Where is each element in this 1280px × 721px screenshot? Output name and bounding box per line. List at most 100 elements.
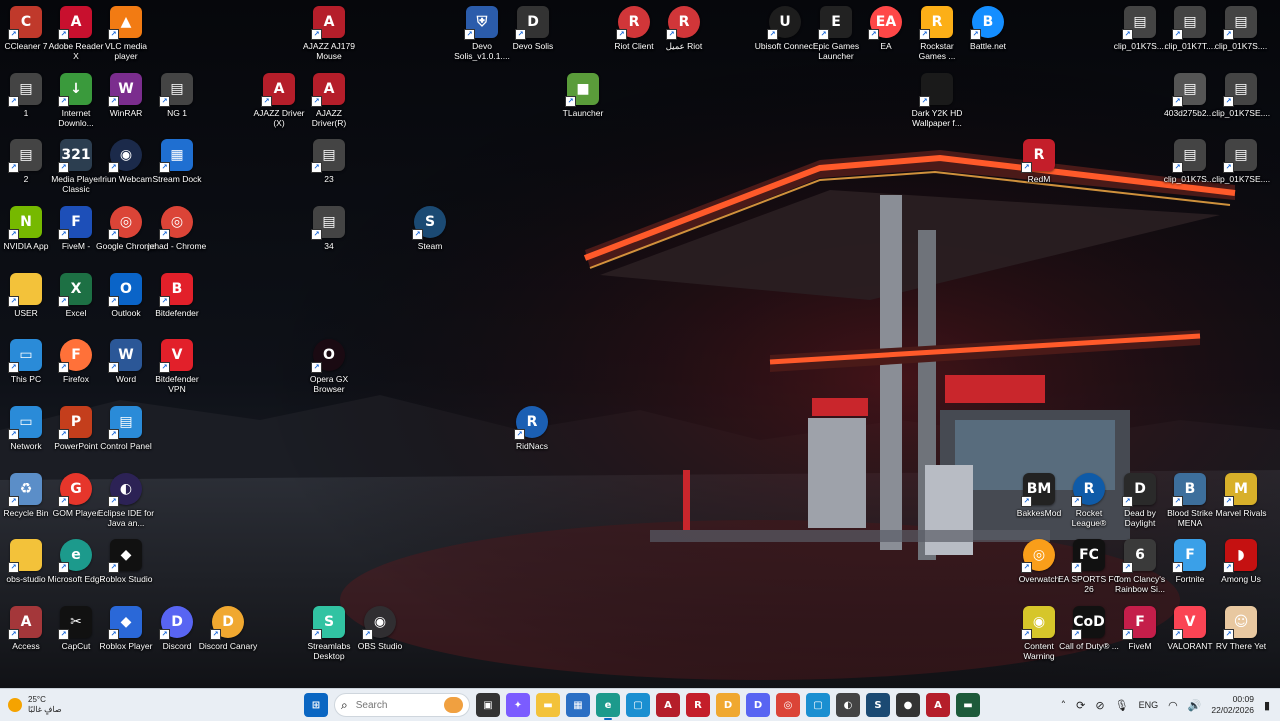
ajazz-icon[interactable]: A [926, 693, 950, 717]
powerpoint-icon: P ↗ [58, 406, 92, 440]
desktop-shortcut[interactable]: F ↗ Fortnite [1164, 539, 1216, 584]
desktop-shortcut[interactable]: A ↗ AJAZZ Driver(R) [303, 73, 355, 128]
desktop-shortcut[interactable]: ◉ ↗ Iriun Webcam [100, 139, 152, 184]
desktop-shortcut[interactable]: ◐ ↗ Eclipse IDE for Java an... [98, 473, 154, 528]
desktop-shortcut[interactable]: A ↗ AJAZZ AJ179 Mouse [303, 6, 355, 61]
word-icon: W ↗ [108, 339, 142, 373]
chevron-up-icon[interactable]: ˄ [1061, 699, 1067, 712]
ajazz-icon[interactable]: A [656, 693, 680, 717]
desktop-shortcut[interactable]: ▤ ↗ 403d275b2.... [1164, 73, 1216, 118]
desktop-shortcut[interactable]: B ↗ Blood Strike MENA [1164, 473, 1216, 528]
discord-canary-icon[interactable]: D [716, 693, 740, 717]
app-icon[interactable]: ▢ [806, 693, 830, 717]
terminal-icon[interactable]: ▬ [956, 693, 980, 717]
icon-glyph: ◎ [170, 214, 184, 230]
desktop-shortcut[interactable]: ▤ ↗ 23 [303, 139, 355, 184]
task-view-icon[interactable]: ▣ [476, 693, 500, 717]
desktop-shortcut[interactable]: ▤ ↗ clip_01K7S.... [1215, 6, 1267, 51]
desktop-shortcut[interactable]: V ↗ Bitdefender VPN [151, 339, 203, 394]
desktop-shortcut[interactable]: ◗ ↗ Among Us [1215, 539, 1267, 584]
desktop-shortcut[interactable]: ◆ ↗ Roblox Player [100, 606, 152, 651]
desktop-shortcut[interactable]: 6 ↗ Tom Clancy's Rainbow Si... [1114, 539, 1166, 594]
desktop-shortcut[interactable]: ◆ ↗ Roblox Studio [100, 539, 152, 584]
shortcut-arrow-icon: ↗ [868, 29, 879, 40]
desktop-shortcut[interactable]: R ↗ عميل Riot [658, 6, 710, 51]
icon-glyph: F [71, 347, 81, 363]
chrome-icon[interactable]: ◎ [776, 693, 800, 717]
desktop-shortcut[interactable]: ▤ ↗ NG 1 [151, 73, 203, 118]
desktop-shortcut[interactable]: B ↗ Battle.net [962, 6, 1014, 51]
desktop-shortcut[interactable]: ▤ ↗ clip_01K7S.... [1164, 139, 1216, 184]
desktop-shortcut[interactable]: ◉ ↗ OBS Studio [354, 606, 406, 651]
redm-icon[interactable]: R [686, 693, 710, 717]
desktop-shortcut[interactable]: M ↗ Marvel Rivals [1215, 473, 1267, 518]
clock-time: 00:09 [1232, 694, 1254, 704]
desktop-shortcut[interactable]: W ↗ Word [100, 339, 152, 384]
desktop-shortcut[interactable]: O ↗ Opera GX Browser [303, 339, 355, 394]
desktop-shortcut[interactable]: ↓ ↗ Internet Downlo... [50, 73, 102, 128]
desktop-shortcut[interactable]: FC ↗ EA SPORTS FC 26 [1058, 539, 1120, 594]
desktop-shortcut[interactable]: EA ↗ EA [860, 6, 912, 51]
desktop-shortcut[interactable]: U ↗ Ubisoft Connect [755, 6, 815, 51]
desktop-shortcut[interactable]: W ↗ WinRAR [100, 73, 152, 118]
desktop-shortcut[interactable]: D ↗ Discord Canary [199, 606, 257, 651]
vpn-icon[interactable]: ◐ [836, 693, 860, 717]
copilot-icon[interactable]: ✦ [506, 693, 530, 717]
icon-glyph: 6 [1135, 547, 1145, 563]
desktop-shortcut[interactable]: O ↗ Outlook [100, 273, 152, 318]
shortcut-label: Devo Solis [512, 41, 554, 51]
gom-player-icon: G ↗ [58, 473, 92, 507]
sync-icon[interactable]: ⟳ [1076, 699, 1085, 712]
shortcut-label: Bitdefender [155, 308, 199, 318]
desktop-shortcut[interactable]: D ↗ Devo Solis [507, 6, 559, 51]
notification-icon[interactable]: ▮ [1264, 699, 1270, 712]
wifi-icon[interactable]: ◠ [1168, 699, 1178, 712]
volume-icon[interactable]: 🔊 [1188, 699, 1202, 712]
desktop-shortcut[interactable]: R ↗ Rockstar Games ... [911, 6, 963, 61]
desktop-shortcut[interactable]: ■ ↗ TLauncher [557, 73, 609, 118]
desktop-shortcut[interactable]: ◎ ↗ Google Chrome [96, 206, 156, 251]
edge-icon[interactable]: e [596, 693, 620, 720]
desktop-shortcut[interactable]: CoD ↗ Call of Duty® ... [1059, 606, 1119, 651]
file-explorer-icon[interactable]: ▬ [536, 693, 560, 717]
desktop-shortcut[interactable]: ▤ ↗ Control Panel [100, 406, 152, 451]
desktop-shortcut[interactable]: 321 ↗ Media Player Classic [50, 139, 102, 194]
desktop-shortcut[interactable]: ▦ ↗ Stream Dock [151, 139, 203, 184]
start-icon[interactable]: ⊞ [304, 693, 328, 717]
wifi-off-icon[interactable]: ⊘ [1095, 699, 1104, 712]
epic-icon: E ↗ [818, 6, 852, 40]
desktop-shortcut[interactable]: V ↗ VALORANT [1164, 606, 1216, 651]
clock[interactable]: 00:09 22/02/2026 [1211, 694, 1254, 716]
desktop-shortcut[interactable]: S ↗ Steam [404, 206, 456, 251]
app-icon[interactable]: ▢ [626, 693, 650, 717]
desktop-shortcut[interactable]: B ↗ Bitdefender [151, 273, 203, 318]
desktop-shortcut[interactable]: ▤ ↗ 34 [303, 206, 355, 251]
desktop-shortcut[interactable]: S ↗ Streamlabs Desktop [303, 606, 355, 661]
weather-widget[interactable]: 25°C صافٍ غالبًا [8, 693, 62, 717]
riot-icon[interactable]: ● [896, 693, 920, 717]
desktop-shortcut[interactable]: ⛨ ↗ Devo Solis_v1.0.1.... [454, 6, 510, 61]
discord-icon[interactable]: D [746, 693, 770, 717]
desktop-shortcut[interactable]: ▤ ↗ clip_01K7SE.... [1212, 73, 1270, 118]
desktop-shortcut[interactable]: ◉ ↗ Content Warning [1013, 606, 1065, 661]
icon-glyph: O [323, 347, 335, 363]
desktop-shortcut[interactable]: D ↗ Discord [151, 606, 203, 651]
search-input[interactable] [353, 698, 438, 712]
desktop-shortcut[interactable]: ▤ ↗ clip_01K7T.... [1164, 6, 1216, 51]
steam-icon[interactable]: S [866, 693, 890, 717]
desktop-shortcut[interactable]: E ↗ Epic Games Launcher [810, 6, 862, 61]
desktop-shortcut[interactable]: R ↗ Rocket League® [1063, 473, 1115, 528]
microphone-icon[interactable]: 🎙 [1115, 699, 1129, 712]
desktop-shortcut[interactable]: ☺ ↗ RV There Yet [1215, 606, 1267, 651]
desktop-shortcut[interactable]: ◎ ↗ jehad - Chrome [148, 206, 206, 251]
desktop-shortcut[interactable]: R ↗ RedM [1013, 139, 1065, 184]
desktop-shortcut[interactable]: R ↗ RidNacs [506, 406, 558, 451]
language-indicator[interactable]: ENG [1139, 700, 1159, 710]
store-icon[interactable]: ▦ [566, 693, 590, 717]
desktop-shortcut[interactable]: ↗ Dark Y2K HD Wallpaper f... [911, 73, 963, 128]
desktop-shortcut[interactable]: ▤ ↗ clip_01K7SE.... [1212, 139, 1270, 184]
image-file-icon: ↗ [919, 73, 953, 107]
taskbar-search[interactable]: ⌕ [334, 693, 470, 717]
desktop-shortcut[interactable]: ▲ ↗ VLC media player [100, 6, 152, 61]
icon-glyph: ▤ [1183, 14, 1197, 30]
